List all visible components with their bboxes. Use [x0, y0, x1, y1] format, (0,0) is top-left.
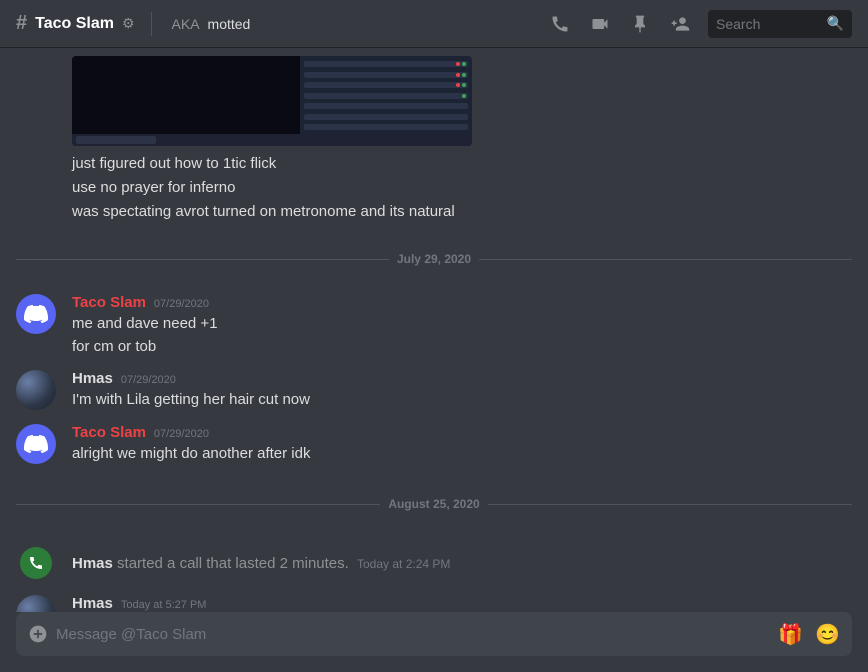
message-group-taco-1: Taco Slam 07/29/2020 me and dave need +1… [0, 290, 868, 362]
top-bar-icons: 🔍 [548, 10, 852, 38]
message-content-taco-1: Taco Slam 07/29/2020 me and dave need +1… [72, 294, 852, 358]
avatar-taco-1 [16, 294, 56, 334]
screenshot-row-2 [304, 72, 468, 78]
emoji-icon[interactable]: 😊 [815, 622, 840, 647]
message-header-hmas-2: Hmas Today at 5:27 PM [72, 595, 852, 612]
screenshot-row-1 [304, 61, 468, 67]
system-icon-call [16, 543, 56, 583]
text-line-3: was spectating avrot turned on metronome… [72, 200, 852, 224]
message-header-taco-1: Taco Slam 07/29/2020 [72, 294, 852, 311]
aka-value: motted [208, 16, 251, 32]
text-line-2: use no prayer for inferno [72, 176, 852, 200]
system-username-call: Hmas [72, 555, 113, 572]
phone-icon [20, 547, 52, 579]
text-line-1: just figured out how to 1tic flick [72, 152, 852, 176]
screenshot-row-7 [304, 124, 468, 130]
top-bar-left: # Taco Slam ⚙ AKA motted [16, 12, 540, 36]
date-text-august: August 25, 2020 [388, 497, 479, 511]
date-separator-august: August 25, 2020 [0, 481, 868, 527]
username-hmas-2: Hmas [72, 595, 113, 612]
channel-name: Taco Slam [35, 15, 114, 33]
video-icon[interactable] [588, 12, 612, 36]
screenshot-row-6 [304, 114, 468, 120]
date-line-right-aug [488, 504, 852, 505]
screenshot-inner [72, 56, 472, 146]
system-text-call: Hmas started a call that lasted 2 minute… [72, 555, 450, 572]
search-bar[interactable]: 🔍 [708, 10, 852, 38]
screenshot-row-4 [304, 93, 468, 99]
timestamp-taco-1: 07/29/2020 [154, 298, 209, 310]
taskbar-input [76, 136, 156, 144]
screenshot-row-5 [304, 103, 468, 109]
message-input-wrap[interactable]: 🎁 😊 [16, 612, 852, 656]
system-call-time: Today at 2:24 PM [357, 557, 450, 571]
username-taco-2: Taco Slam [72, 424, 146, 441]
image-area [0, 48, 868, 150]
message-group-taco-2: Taco Slam 07/29/2020 alright we might do… [0, 420, 868, 470]
top-bar-divider [151, 12, 152, 36]
date-line-left [16, 259, 389, 260]
message-content-taco-2: Taco Slam 07/29/2020 alright we might do… [72, 424, 852, 466]
message-content-hmas-2: Hmas Today at 5:27 PM Dude where is the … [72, 595, 852, 612]
screenshot-row-3 [304, 82, 468, 88]
screenshot-dark-panel [72, 56, 300, 146]
message-group-hmas-2: Hmas Today at 5:27 PM Dude where is the … [0, 591, 868, 612]
date-text-july: July 29, 2020 [397, 252, 471, 266]
message-text-hmas-1: I'm with Lila getting her hair cut now [72, 389, 852, 412]
message-input[interactable] [56, 626, 770, 643]
date-line-left-aug [16, 504, 380, 505]
avatar-hmas-1 [16, 370, 56, 410]
avatar-taco-2 [16, 424, 56, 464]
search-icon: 🔍 [827, 15, 844, 32]
gift-icon[interactable]: 🎁 [778, 622, 803, 647]
message-list: just figured out how to 1tic flick use n… [0, 48, 868, 612]
call-icon[interactable] [548, 12, 572, 36]
attach-icon[interactable] [28, 624, 48, 644]
timestamp-hmas-1: 07/29/2020 [121, 374, 176, 386]
username-taco-1: Taco Slam [72, 294, 146, 311]
pin-icon[interactable] [628, 12, 652, 36]
continuation-texts: just figured out how to 1tic flick use n… [0, 150, 868, 228]
screenshot-image [72, 56, 472, 146]
bottom-bar: 🎁 😊 [0, 612, 868, 672]
input-right-icons: 🎁 😊 [778, 622, 840, 647]
date-separator-july: July 29, 2020 [0, 236, 868, 282]
system-call-text: started a call that lasted 2 minutes. [117, 555, 349, 572]
screenshot-right-panel [300, 56, 472, 146]
message-text-taco-2: alright we might do another after idk [72, 443, 852, 466]
message-header-hmas-1: Hmas 07/29/2020 [72, 370, 852, 387]
timestamp-hmas-2: Today at 5:27 PM [121, 599, 207, 611]
aka-label: AKA [172, 16, 200, 32]
channel-settings-icon[interactable]: ⚙ [122, 15, 135, 32]
top-bar: # Taco Slam ⚙ AKA motted [0, 0, 868, 48]
screenshot-taskbar [72, 134, 472, 146]
search-input[interactable] [716, 16, 821, 32]
channel-hash-icon: # [16, 12, 27, 35]
message-group-hmas-1: Hmas 07/29/2020 I'm with Lila getting he… [0, 366, 868, 416]
message-header-taco-2: Taco Slam 07/29/2020 [72, 424, 852, 441]
system-message-call: Hmas started a call that lasted 2 minute… [0, 539, 868, 587]
avatar-hmas-2 [16, 595, 56, 612]
username-hmas-1: Hmas [72, 370, 113, 387]
message-text-taco-1a: me and dave need +1 [72, 313, 852, 336]
message-text-taco-1b: for cm or tob [72, 336, 852, 359]
message-content-hmas-1: Hmas 07/29/2020 I'm with Lila getting he… [72, 370, 852, 412]
timestamp-taco-2: 07/29/2020 [154, 428, 209, 440]
date-line-right [479, 259, 852, 260]
add-member-icon[interactable] [668, 12, 692, 36]
